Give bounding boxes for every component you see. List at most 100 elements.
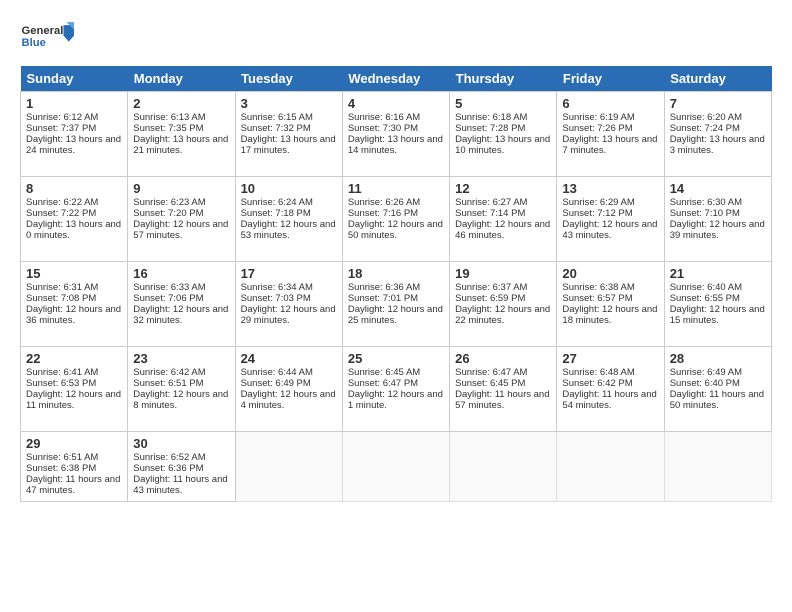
sunset: Sunset: 7:18 PM xyxy=(241,208,311,219)
daylight: Daylight: 12 hours and 8 minutes. xyxy=(133,389,228,411)
daylight: Daylight: 11 hours and 47 minutes. xyxy=(26,474,120,496)
calendar-cell: 30Sunrise: 6:52 AMSunset: 6:36 PMDayligh… xyxy=(128,432,235,502)
calendar-cell: 7Sunrise: 6:20 AMSunset: 7:24 PMDaylight… xyxy=(664,92,771,177)
sunrise: Sunrise: 6:34 AM xyxy=(241,282,313,293)
sunset: Sunset: 6:36 PM xyxy=(133,463,203,474)
day-number: 27 xyxy=(562,351,658,366)
sunset: Sunset: 7:16 PM xyxy=(348,208,418,219)
weekday-header-monday: Monday xyxy=(128,66,235,92)
weekday-header-friday: Friday xyxy=(557,66,664,92)
daylight: Daylight: 12 hours and 36 minutes. xyxy=(26,304,121,326)
sunset: Sunset: 7:37 PM xyxy=(26,123,96,134)
calendar-cell: 8Sunrise: 6:22 AMSunset: 7:22 PMDaylight… xyxy=(21,177,128,262)
daylight: Daylight: 12 hours and 15 minutes. xyxy=(670,304,765,326)
day-number: 10 xyxy=(241,181,337,196)
calendar-cell xyxy=(557,432,664,502)
daylight: Daylight: 13 hours and 24 minutes. xyxy=(26,134,121,156)
daylight: Daylight: 12 hours and 39 minutes. xyxy=(670,219,765,241)
weekday-header-row: SundayMondayTuesdayWednesdayThursdayFrid… xyxy=(21,66,772,92)
sunrise: Sunrise: 6:13 AM xyxy=(133,112,205,123)
daylight: Daylight: 13 hours and 14 minutes. xyxy=(348,134,443,156)
day-number: 29 xyxy=(26,436,122,451)
calendar-cell: 9Sunrise: 6:23 AMSunset: 7:20 PMDaylight… xyxy=(128,177,235,262)
daylight: Daylight: 12 hours and 43 minutes. xyxy=(562,219,657,241)
daylight: Daylight: 11 hours and 57 minutes. xyxy=(455,389,549,411)
calendar-cell: 18Sunrise: 6:36 AMSunset: 7:01 PMDayligh… xyxy=(342,262,449,347)
calendar-cell: 24Sunrise: 6:44 AMSunset: 6:49 PMDayligh… xyxy=(235,347,342,432)
day-number: 7 xyxy=(670,96,766,111)
sunrise: Sunrise: 6:49 AM xyxy=(670,367,742,378)
weekday-header-wednesday: Wednesday xyxy=(342,66,449,92)
sunset: Sunset: 6:57 PM xyxy=(562,293,632,304)
calendar-cell xyxy=(235,432,342,502)
header: General Blue xyxy=(20,16,772,56)
sunrise: Sunrise: 6:16 AM xyxy=(348,112,420,123)
day-number: 9 xyxy=(133,181,229,196)
calendar-cell: 13Sunrise: 6:29 AMSunset: 7:12 PMDayligh… xyxy=(557,177,664,262)
sunrise: Sunrise: 6:52 AM xyxy=(133,452,205,463)
daylight: Daylight: 12 hours and 11 minutes. xyxy=(26,389,121,411)
sunset: Sunset: 7:08 PM xyxy=(26,293,96,304)
week-row-4: 22Sunrise: 6:41 AMSunset: 6:53 PMDayligh… xyxy=(21,347,772,432)
sunrise: Sunrise: 6:30 AM xyxy=(670,197,742,208)
logo: General Blue xyxy=(20,16,80,56)
calendar-cell: 17Sunrise: 6:34 AMSunset: 7:03 PMDayligh… xyxy=(235,262,342,347)
calendar-cell: 28Sunrise: 6:49 AMSunset: 6:40 PMDayligh… xyxy=(664,347,771,432)
week-row-2: 8Sunrise: 6:22 AMSunset: 7:22 PMDaylight… xyxy=(21,177,772,262)
sunset: Sunset: 7:24 PM xyxy=(670,123,740,134)
svg-text:Blue: Blue xyxy=(22,37,46,49)
day-number: 21 xyxy=(670,266,766,281)
day-number: 30 xyxy=(133,436,229,451)
sunset: Sunset: 7:32 PM xyxy=(241,123,311,134)
day-number: 5 xyxy=(455,96,551,111)
daylight: Daylight: 13 hours and 0 minutes. xyxy=(26,219,121,241)
calendar-cell: 2Sunrise: 6:13 AMSunset: 7:35 PMDaylight… xyxy=(128,92,235,177)
calendar-cell: 15Sunrise: 6:31 AMSunset: 7:08 PMDayligh… xyxy=(21,262,128,347)
daylight: Daylight: 12 hours and 53 minutes. xyxy=(241,219,336,241)
daylight: Daylight: 13 hours and 17 minutes. xyxy=(241,134,336,156)
daylight: Daylight: 11 hours and 54 minutes. xyxy=(562,389,656,411)
sunset: Sunset: 7:22 PM xyxy=(26,208,96,219)
sunset: Sunset: 6:59 PM xyxy=(455,293,525,304)
sunset: Sunset: 7:06 PM xyxy=(133,293,203,304)
weekday-header-thursday: Thursday xyxy=(450,66,557,92)
calendar-cell: 6Sunrise: 6:19 AMSunset: 7:26 PMDaylight… xyxy=(557,92,664,177)
day-number: 15 xyxy=(26,266,122,281)
daylight: Daylight: 13 hours and 10 minutes. xyxy=(455,134,550,156)
day-number: 24 xyxy=(241,351,337,366)
daylight: Daylight: 11 hours and 50 minutes. xyxy=(670,389,764,411)
sunrise: Sunrise: 6:27 AM xyxy=(455,197,527,208)
calendar-cell: 23Sunrise: 6:42 AMSunset: 6:51 PMDayligh… xyxy=(128,347,235,432)
calendar-cell: 29Sunrise: 6:51 AMSunset: 6:38 PMDayligh… xyxy=(21,432,128,502)
week-row-5: 29Sunrise: 6:51 AMSunset: 6:38 PMDayligh… xyxy=(21,432,772,502)
calendar-cell: 5Sunrise: 6:18 AMSunset: 7:28 PMDaylight… xyxy=(450,92,557,177)
daylight: Daylight: 12 hours and 57 minutes. xyxy=(133,219,228,241)
sunrise: Sunrise: 6:40 AM xyxy=(670,282,742,293)
sunrise: Sunrise: 6:31 AM xyxy=(26,282,98,293)
calendar-cell xyxy=(664,432,771,502)
day-number: 26 xyxy=(455,351,551,366)
calendar-cell: 25Sunrise: 6:45 AMSunset: 6:47 PMDayligh… xyxy=(342,347,449,432)
sunset: Sunset: 7:26 PM xyxy=(562,123,632,134)
day-number: 1 xyxy=(26,96,122,111)
daylight: Daylight: 13 hours and 3 minutes. xyxy=(670,134,765,156)
daylight: Daylight: 13 hours and 7 minutes. xyxy=(562,134,657,156)
daylight: Daylight: 12 hours and 1 minute. xyxy=(348,389,443,411)
sunrise: Sunrise: 6:15 AM xyxy=(241,112,313,123)
sunset: Sunset: 7:28 PM xyxy=(455,123,525,134)
sunrise: Sunrise: 6:44 AM xyxy=(241,367,313,378)
sunset: Sunset: 6:42 PM xyxy=(562,378,632,389)
sunset: Sunset: 7:30 PM xyxy=(348,123,418,134)
day-number: 12 xyxy=(455,181,551,196)
sunset: Sunset: 6:55 PM xyxy=(670,293,740,304)
day-number: 20 xyxy=(562,266,658,281)
calendar-cell: 14Sunrise: 6:30 AMSunset: 7:10 PMDayligh… xyxy=(664,177,771,262)
sunset: Sunset: 6:45 PM xyxy=(455,378,525,389)
sunset: Sunset: 6:40 PM xyxy=(670,378,740,389)
week-row-3: 15Sunrise: 6:31 AMSunset: 7:08 PMDayligh… xyxy=(21,262,772,347)
calendar-cell xyxy=(342,432,449,502)
calendar-cell: 27Sunrise: 6:48 AMSunset: 6:42 PMDayligh… xyxy=(557,347,664,432)
sunset: Sunset: 6:47 PM xyxy=(348,378,418,389)
sunset: Sunset: 7:01 PM xyxy=(348,293,418,304)
sunrise: Sunrise: 6:18 AM xyxy=(455,112,527,123)
